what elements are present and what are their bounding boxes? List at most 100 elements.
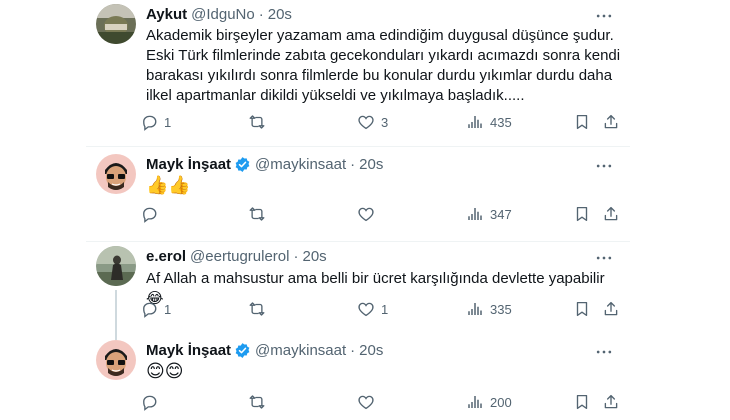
tweet-actions: 1 1 335	[140, 300, 620, 320]
views-count: 200	[490, 394, 512, 410]
like-icon	[357, 205, 375, 223]
views-button[interactable]: 435	[466, 113, 512, 131]
user-handle[interactable]: @maykinsaat	[255, 156, 346, 173]
avatar-image	[96, 340, 136, 380]
tweet-text: Akademik birşeyler yazamam ama edindiğim…	[146, 27, 621, 104]
user-handle[interactable]: @eertugrulerol	[190, 248, 289, 265]
share-icon	[602, 113, 620, 131]
retweet-icon	[248, 113, 266, 131]
reply-icon	[140, 300, 158, 318]
tweet-header: Mayk İnşaat @maykinsaat · 20s	[146, 156, 383, 173]
separator: ·	[350, 156, 356, 173]
tweet-header: Aykut @IdguNo · 20s	[146, 6, 292, 23]
reply-icon	[140, 393, 158, 411]
reply-icon	[140, 205, 158, 223]
verified-badge-icon	[234, 156, 251, 173]
separator: ·	[293, 248, 299, 265]
views-button[interactable]: 347	[466, 205, 512, 223]
display-name[interactable]: Aykut	[146, 6, 187, 23]
share-icon	[602, 300, 620, 318]
like-count: 3	[381, 114, 389, 130]
retweet-icon	[248, 205, 266, 223]
timestamp[interactable]: 20s	[359, 156, 383, 173]
avatar-mayk[interactable]	[96, 154, 136, 194]
share-icon	[602, 393, 620, 411]
bookmark-button[interactable]	[573, 113, 591, 131]
reply-icon	[140, 113, 158, 131]
display-name[interactable]: Mayk İnşaat	[146, 342, 231, 359]
like-icon	[357, 393, 375, 411]
bookmark-button[interactable]	[573, 393, 591, 411]
share-button[interactable]	[602, 393, 620, 411]
more-icon[interactable]	[594, 248, 614, 268]
reply-count: 1	[164, 114, 172, 130]
avatar-image	[96, 4, 136, 44]
tweet-actions: 347	[140, 205, 620, 225]
tweet-mayk-1: Mayk İnşaat @maykinsaat · 20s 👍👍 347	[0, 147, 730, 241]
tweet-actions: 200	[140, 393, 620, 413]
bookmark-icon	[573, 393, 591, 411]
tweet-mayk-2: Mayk İnşaat @maykinsaat · 20s 😊😊 200	[0, 336, 730, 420]
verified-badge-icon	[234, 342, 251, 359]
avatar-aykut[interactable]	[96, 4, 136, 44]
tweet-header: Mayk İnşaat @maykinsaat · 20s	[146, 342, 383, 359]
retweet-button[interactable]	[248, 300, 272, 318]
timestamp[interactable]: 20s	[302, 248, 326, 265]
reply-button[interactable]	[140, 205, 164, 223]
bookmark-icon	[573, 205, 591, 223]
tweet-eerol: e.erol @eertugrulerol · 20s Af Allah a m…	[0, 242, 730, 336]
views-button[interactable]: 200	[466, 393, 512, 411]
views-count: 347	[490, 206, 512, 222]
views-icon	[466, 300, 484, 318]
retweet-icon	[248, 393, 266, 411]
separator: ·	[350, 342, 356, 359]
bookmark-icon	[573, 300, 591, 318]
avatar-image	[96, 154, 136, 194]
user-handle[interactable]: @IdguNo	[191, 6, 255, 23]
retweet-button[interactable]	[248, 205, 272, 223]
share-button[interactable]	[602, 205, 620, 223]
like-icon	[357, 300, 375, 318]
reply-button[interactable]	[140, 393, 164, 411]
tweet-header: e.erol @eertugrulerol · 20s	[146, 248, 327, 265]
retweet-icon	[248, 300, 266, 318]
like-icon	[357, 113, 375, 131]
timestamp[interactable]: 20s	[268, 6, 292, 23]
views-icon	[466, 393, 484, 411]
like-count: 1	[381, 301, 389, 317]
views-button[interactable]: 335	[466, 300, 512, 318]
reply-count: 1	[164, 301, 172, 317]
bookmark-button[interactable]	[573, 300, 591, 318]
views-icon	[466, 113, 484, 131]
reply-button[interactable]: 1	[140, 113, 171, 131]
views-count: 335	[490, 301, 512, 317]
bookmark-button[interactable]	[573, 205, 591, 223]
retweet-button[interactable]	[248, 393, 272, 411]
like-button[interactable]	[357, 393, 381, 411]
more-icon[interactable]	[594, 342, 614, 362]
like-button[interactable]: 1	[357, 300, 388, 318]
more-icon[interactable]	[594, 156, 614, 176]
tweet-actions: 1 3 435	[140, 113, 620, 133]
avatar-eerol[interactable]	[96, 246, 136, 286]
more-icon[interactable]	[594, 6, 614, 26]
tweet-text: 😊😊	[146, 361, 184, 381]
tweet-text: 👍👍	[146, 175, 191, 195]
views-count: 435	[490, 114, 512, 130]
timestamp[interactable]: 20s	[359, 342, 383, 359]
retweet-button[interactable]	[248, 113, 272, 131]
like-button[interactable]	[357, 205, 381, 223]
user-handle[interactable]: @maykinsaat	[255, 342, 346, 359]
avatar-mayk[interactable]	[96, 340, 136, 380]
share-button[interactable]	[602, 113, 620, 131]
display-name[interactable]: e.erol	[146, 248, 186, 265]
display-name[interactable]: Mayk İnşaat	[146, 156, 231, 173]
avatar-image	[96, 246, 136, 286]
tweet-aykut: Aykut @IdguNo · 20s Akademik birşeyler y…	[0, 0, 730, 146]
reply-button[interactable]: 1	[140, 300, 171, 318]
bookmark-icon	[573, 113, 591, 131]
share-icon	[602, 205, 620, 223]
like-button[interactable]: 3	[357, 113, 388, 131]
share-button[interactable]	[602, 300, 620, 318]
views-icon	[466, 205, 484, 223]
